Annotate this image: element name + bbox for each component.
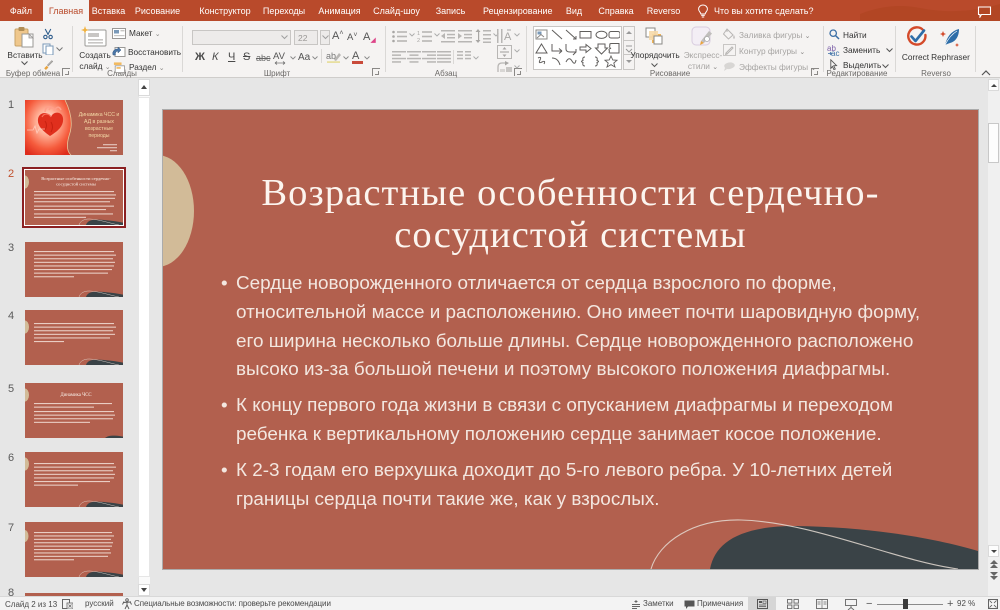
svg-text:Возрастные особенности сердечн: Возрастные особенности сердечно-: [41, 176, 111, 181]
svg-text:ac: ac: [831, 49, 839, 56]
svg-text:периоды: периоды: [88, 133, 109, 139]
svg-text:Динамика ЧСС и: Динамика ЧСС и: [79, 112, 120, 118]
svg-text:возрастные: возрастные: [85, 126, 113, 132]
svg-text:A: A: [504, 31, 512, 43]
svg-text:1: 1: [417, 31, 420, 37]
svg-text:АД в разных: АД в разных: [84, 119, 114, 125]
svg-text:сосудистой системы: сосудистой системы: [56, 182, 96, 187]
svg-text:2: 2: [417, 38, 420, 43]
svg-text:Динамика ЧСС: Динамика ЧСС: [60, 393, 91, 398]
